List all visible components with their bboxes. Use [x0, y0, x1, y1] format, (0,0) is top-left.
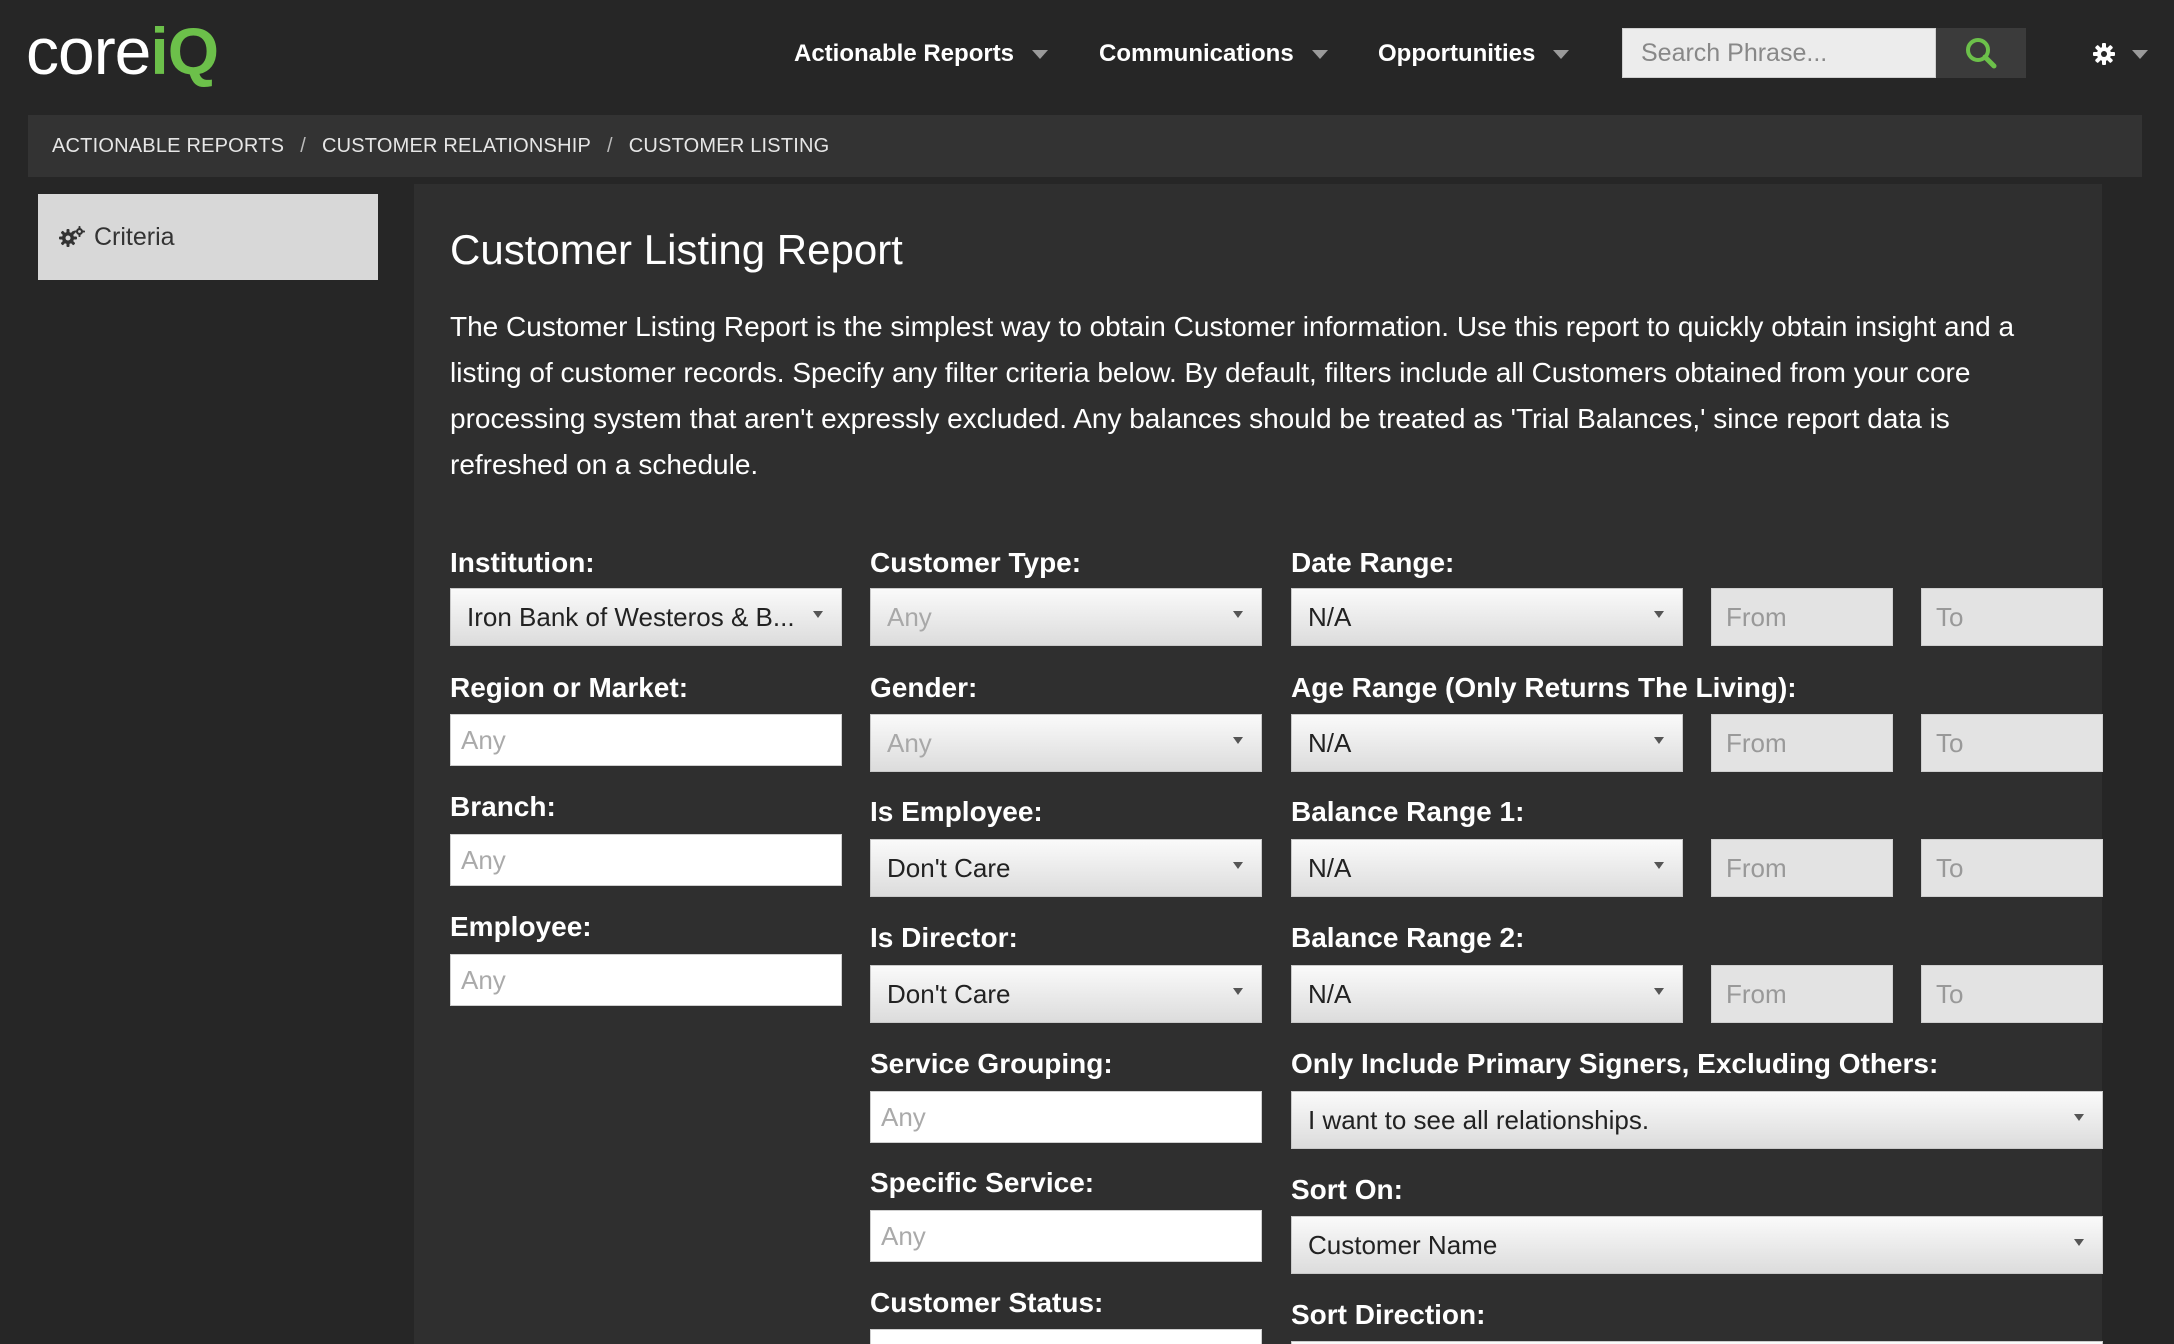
nav-label: Actionable Reports: [794, 40, 1015, 67]
chevron-down-icon: [1032, 49, 1049, 59]
dropdown-arrow-icon: [1233, 988, 1243, 995]
breadcrumb-separator: /: [607, 134, 613, 157]
nav-actionable-reports[interactable]: Actionable Reports: [794, 34, 1049, 74]
dropdown-arrow-icon: [1654, 611, 1664, 618]
balance-range-2-from-input[interactable]: [1711, 965, 1893, 1023]
balance-range-2-select[interactable]: N/A: [1291, 965, 1683, 1023]
breadcrumb-item-customer-relationship[interactable]: CUSTOMER RELATIONSHIP: [322, 135, 591, 158]
service-grouping-label: Service Grouping:: [870, 1048, 1113, 1079]
age-range-select[interactable]: N/A: [1291, 714, 1683, 772]
customer-type-value: Any: [887, 601, 932, 632]
nav-label: Communications: [1099, 40, 1294, 67]
dropdown-arrow-icon: [1654, 988, 1664, 995]
date-range-select[interactable]: N/A: [1291, 588, 1683, 646]
is-director-value: Don't Care: [887, 978, 1011, 1009]
primary-signers-label: Only Include Primary Signers, Excluding …: [1291, 1048, 1939, 1079]
primary-signers-select[interactable]: I want to see all relationships.: [1291, 1091, 2103, 1149]
institution-label: Institution:: [450, 547, 595, 578]
top-navbar: core iQ Actionable Reports Communications…: [0, 0, 2174, 108]
employee-input[interactable]: [450, 954, 842, 1006]
date-range-from-input[interactable]: [1711, 588, 1893, 646]
institution-value: Iron Bank of Westeros & B...: [467, 601, 795, 632]
dropdown-arrow-icon: [2074, 1114, 2084, 1121]
dropdown-arrow-icon: [1233, 611, 1243, 618]
nav-communications[interactable]: Communications: [1099, 34, 1328, 74]
date-range-value: N/A: [1308, 601, 1352, 632]
search-icon: [1966, 38, 1997, 69]
region-label: Region or Market:: [450, 672, 689, 703]
is-employee-select[interactable]: Don't Care: [870, 839, 1262, 897]
sidebar-item-criteria[interactable]: Criteria: [38, 194, 378, 280]
region-input[interactable]: [450, 714, 842, 766]
specific-service-label: Specific Service:: [870, 1167, 1095, 1198]
search-button[interactable]: [1936, 28, 2026, 78]
branch-label: Branch:: [450, 791, 556, 822]
sort-on-value: Customer Name: [1308, 1229, 1498, 1260]
balance-range-1-to-input[interactable]: [1921, 839, 2103, 897]
service-grouping-input[interactable]: [870, 1091, 1262, 1143]
customer-type-label: Customer Type:: [870, 547, 1082, 578]
age-range-value: N/A: [1308, 727, 1352, 758]
balance-range-2-to-input[interactable]: [1921, 965, 2103, 1023]
customer-status-label: Customer Status:: [870, 1287, 1104, 1318]
dropdown-arrow-icon: [1654, 862, 1664, 869]
breadcrumb-item-actionable-reports[interactable]: ACTIONABLE REPORTS: [52, 135, 284, 158]
age-range-label: Age Range (Only Returns The Living):: [1291, 672, 1797, 703]
coreiq-logo[interactable]: core iQ: [26, 14, 219, 88]
settings-menu[interactable]: [2092, 36, 2148, 72]
balance-range-1-value: N/A: [1308, 852, 1352, 883]
customer-status-field[interactable]: [870, 1329, 1262, 1344]
balance-range-2-value: N/A: [1308, 978, 1352, 1009]
gears-icon: [59, 226, 85, 247]
logo-text-core: core: [26, 14, 151, 88]
report-description: The Customer Listing Report is the simpl…: [450, 311, 2015, 480]
balance-range-2-label: Balance Range 2:: [1291, 922, 1525, 953]
date-range-to-input[interactable]: [1921, 588, 2103, 646]
dropdown-arrow-icon: [1233, 862, 1243, 869]
chevron-down-icon: [1553, 49, 1570, 59]
primary-signers-value: I want to see all relationships.: [1308, 1104, 1650, 1135]
chevron-down-icon: [2132, 49, 2148, 59]
is-employee-label: Is Employee:: [870, 796, 1043, 827]
branch-input[interactable]: [450, 834, 842, 886]
employee-label: Employee:: [450, 911, 592, 942]
criteria-label: Criteria: [94, 222, 175, 251]
customer-type-select[interactable]: Any: [870, 588, 1262, 646]
search-input[interactable]: [1622, 28, 1936, 78]
page-title: Customer Listing Report: [450, 226, 903, 273]
sort-on-label: Sort On:: [1291, 1174, 1403, 1205]
sort-direction-label: Sort Direction:: [1291, 1299, 1486, 1330]
dropdown-arrow-icon: [2074, 1239, 2084, 1246]
dropdown-arrow-icon: [813, 611, 823, 618]
is-director-select[interactable]: Don't Care: [870, 965, 1262, 1023]
breadcrumb: ACTIONABLE REPORTS / CUSTOMER RELATIONSH…: [28, 115, 2142, 177]
breadcrumb-separator: /: [300, 134, 306, 157]
logo-text-iq: iQ: [150, 14, 219, 88]
age-range-from-input[interactable]: [1711, 714, 1893, 772]
gender-label: Gender:: [870, 672, 978, 703]
dropdown-arrow-icon: [1654, 737, 1664, 744]
sort-on-select[interactable]: Customer Name: [1291, 1216, 2103, 1274]
breadcrumb-item-customer-listing: CUSTOMER LISTING: [628, 134, 830, 157]
balance-range-1-select[interactable]: N/A: [1291, 839, 1683, 897]
gear-icon: [2093, 43, 2115, 65]
chevron-down-icon: [1311, 49, 1328, 59]
nav-label: Opportunities: [1378, 40, 1536, 67]
date-range-label: Date Range:: [1291, 547, 1455, 578]
nav-opportunities[interactable]: Opportunities: [1378, 34, 1570, 74]
age-range-to-input[interactable]: [1921, 714, 2103, 772]
balance-range-1-from-input[interactable]: [1711, 839, 1893, 897]
dropdown-arrow-icon: [1233, 737, 1243, 744]
institution-select[interactable]: Iron Bank of Westeros & B...: [450, 588, 842, 646]
specific-service-input[interactable]: [870, 1210, 1262, 1262]
report-panel: Customer Listing Report The Customer Lis…: [414, 184, 2103, 1344]
is-employee-value: Don't Care: [887, 852, 1011, 883]
gender-select[interactable]: Any: [870, 714, 1262, 772]
balance-range-1-label: Balance Range 1:: [1291, 796, 1525, 827]
is-director-label: Is Director:: [870, 922, 1018, 953]
gender-value: Any: [887, 727, 932, 758]
